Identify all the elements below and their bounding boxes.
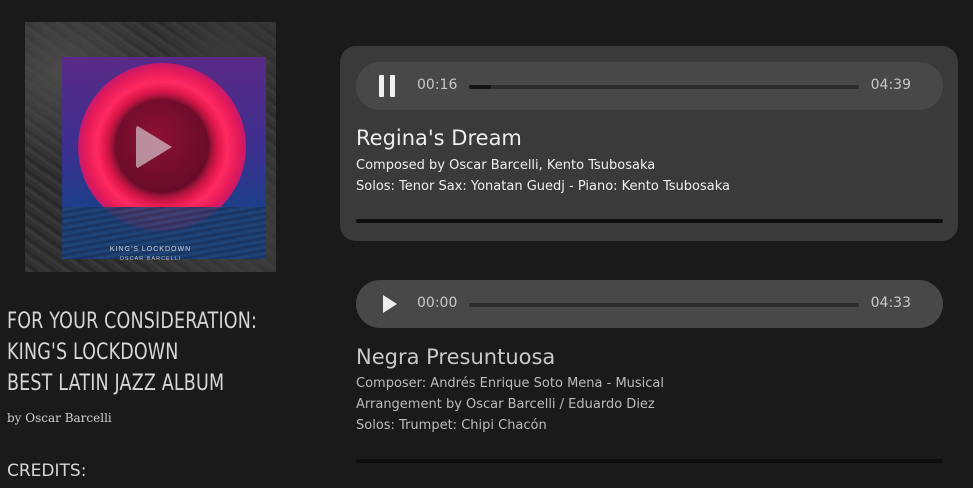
album-art-artist: OSCAR BARCELLI: [119, 256, 182, 262]
track-credits: Composer: Andrés Enrique Soto Mena - Mus…: [356, 373, 664, 436]
promo-heading: FOR YOUR CONSIDERATION: KING'S LOCKDOWN …: [7, 306, 257, 399]
album-art-title: KING'S LOCKDOWN: [109, 246, 192, 253]
track-card: 00:16 04:39 Regina's Dream Composed by O…: [340, 46, 958, 241]
track-divider: [356, 459, 943, 463]
page: KING'S LOCKDOWN OSCAR BARCELLI FOR YOUR …: [0, 0, 973, 488]
seek-bar[interactable]: [469, 303, 859, 307]
current-time: 00:00: [417, 295, 458, 311]
track-card: 00:00 04:33 Negra Presuntuosa Composer: …: [340, 264, 958, 488]
audio-player: 00:00 04:33: [356, 280, 943, 328]
track-title: Negra Presuntuosa: [356, 345, 556, 369]
track-credit-line: Composer: Andrés Enrique Soto Mena - Mus…: [356, 376, 665, 391]
duration: 04:33: [870, 295, 911, 311]
credits-heading: CREDITS:: [7, 461, 87, 481]
play-button[interactable]: [376, 292, 400, 316]
play-icon[interactable]: [136, 125, 172, 169]
track-credit-line: Solos: Trumpet: Chipi Chacón: [356, 418, 547, 433]
promo-line-consideration: FOR YOUR CONSIDERATION:: [7, 309, 258, 334]
promo-line-category: BEST LATIN JAZZ ALBUM: [7, 371, 225, 396]
play-icon: [383, 295, 397, 313]
duration: 04:39: [870, 77, 911, 93]
pause-button[interactable]: [376, 74, 400, 98]
track-credit-line: Composed by Oscar Barcelli, Kento Tsubos…: [356, 158, 656, 173]
track-credits: Composed by Oscar Barcelli, Kento Tsubos…: [356, 155, 730, 197]
track-credit-line: Arrangement by Oscar Barcelli / Eduardo …: [356, 397, 655, 412]
track-divider: [356, 219, 943, 223]
seek-bar[interactable]: [469, 85, 859, 89]
current-time: 00:16: [417, 77, 458, 93]
promo-line-album: KING'S LOCKDOWN: [7, 340, 179, 365]
album-art[interactable]: KING'S LOCKDOWN OSCAR BARCELLI: [25, 22, 276, 272]
audio-player: 00:16 04:39: [356, 62, 943, 110]
artist-byline: by Oscar Barcelli: [7, 411, 112, 425]
track-title: Regina's Dream: [356, 126, 522, 150]
seek-bar-fill: [469, 85, 492, 89]
track-credit-line: Solos: Tenor Sax: Yonatan Guedj - Piano:…: [356, 179, 730, 194]
